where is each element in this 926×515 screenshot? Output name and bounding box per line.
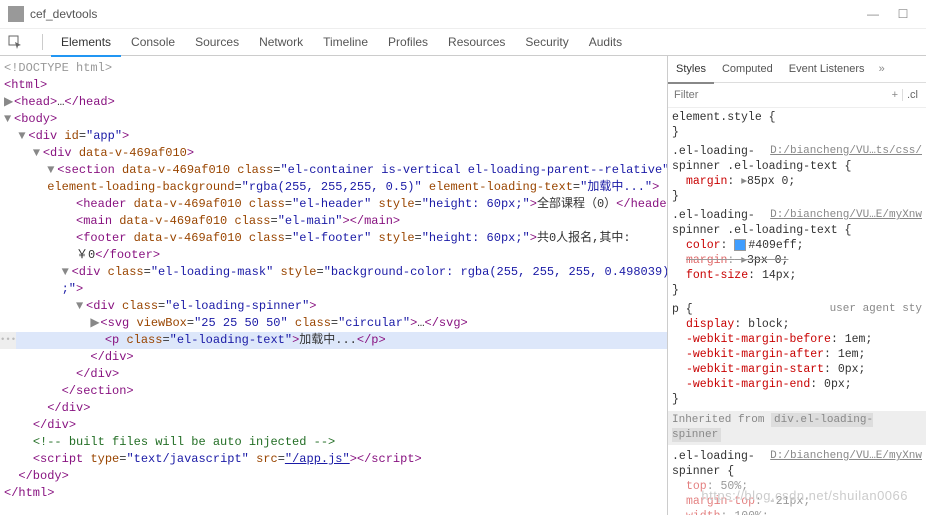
styles-filter-input[interactable] (672, 88, 888, 102)
tab-resources[interactable]: Resources (438, 29, 515, 55)
style-rule-element[interactable]: element.style { } (672, 110, 922, 140)
cls-toggle[interactable]: .cl (902, 89, 922, 101)
side-tab-more-icon[interactable]: » (873, 63, 891, 75)
styles-panel: Styles Computed Event Listeners » + .cl … (667, 56, 926, 515)
devtools-toolbar: Elements Console Sources Network Timelin… (0, 29, 926, 56)
dom-doctype[interactable]: <!DOCTYPE html> (4, 61, 112, 75)
tab-audits[interactable]: Audits (579, 29, 632, 55)
tab-sources[interactable]: Sources (185, 29, 249, 55)
new-style-rule-button[interactable]: + (888, 89, 902, 101)
color-swatch-icon[interactable] (734, 239, 746, 251)
side-tab-event-listeners[interactable]: Event Listeners (781, 56, 873, 82)
window-titlebar: cef_devtools — ☐ (0, 0, 926, 29)
style-rule-ua[interactable]: user agent sty p { display: block; -webk… (672, 302, 922, 407)
style-rule-2[interactable]: D:/biancheng/VU…E/myXnw .el-loading-spin… (672, 208, 922, 298)
inspect-icon[interactable] (6, 33, 24, 51)
app-icon (8, 6, 24, 22)
side-tab-styles[interactable]: Styles (668, 56, 714, 84)
maximize-button[interactable]: ☐ (888, 7, 918, 21)
tab-elements[interactable]: Elements (51, 29, 121, 57)
tab-timeline[interactable]: Timeline (313, 29, 378, 55)
inherited-from-bar: Inherited from div.el-loading-spinner (668, 411, 926, 445)
minimize-button[interactable]: — (858, 7, 888, 21)
stylesheet-link[interactable]: D:/biancheng/VU…E/myXnw (770, 208, 922, 223)
side-tab-computed[interactable]: Computed (714, 56, 781, 82)
dom-comment: <!-- built files will be auto injected -… (33, 435, 335, 449)
selected-dom-node[interactable]: ••• <p class="el-loading-text">加载中...</p… (4, 332, 667, 349)
window-title: cef_devtools (30, 7, 97, 21)
style-rule-1[interactable]: D:/biancheng/VU…ts/css/ .el-loading-spin… (672, 144, 922, 204)
stylesheet-link[interactable]: D:/biancheng/VU…E/myXnw (770, 449, 922, 464)
style-rule-3[interactable]: D:/biancheng/VU…E/myXnw .el-loading-spin… (672, 449, 922, 515)
tab-network[interactable]: Network (249, 29, 313, 55)
watermark-text: https://blog.csdn.net/shuilan0066 (701, 488, 908, 503)
dom-tree-panel[interactable]: <!DOCTYPE html> <html> ▶<head>…</head> ▼… (0, 56, 667, 515)
stylesheet-link[interactable]: D:/biancheng/VU…ts/css/ (770, 144, 922, 159)
tab-security[interactable]: Security (515, 29, 578, 55)
tab-console[interactable]: Console (121, 29, 185, 55)
tab-profiles[interactable]: Profiles (378, 29, 438, 55)
